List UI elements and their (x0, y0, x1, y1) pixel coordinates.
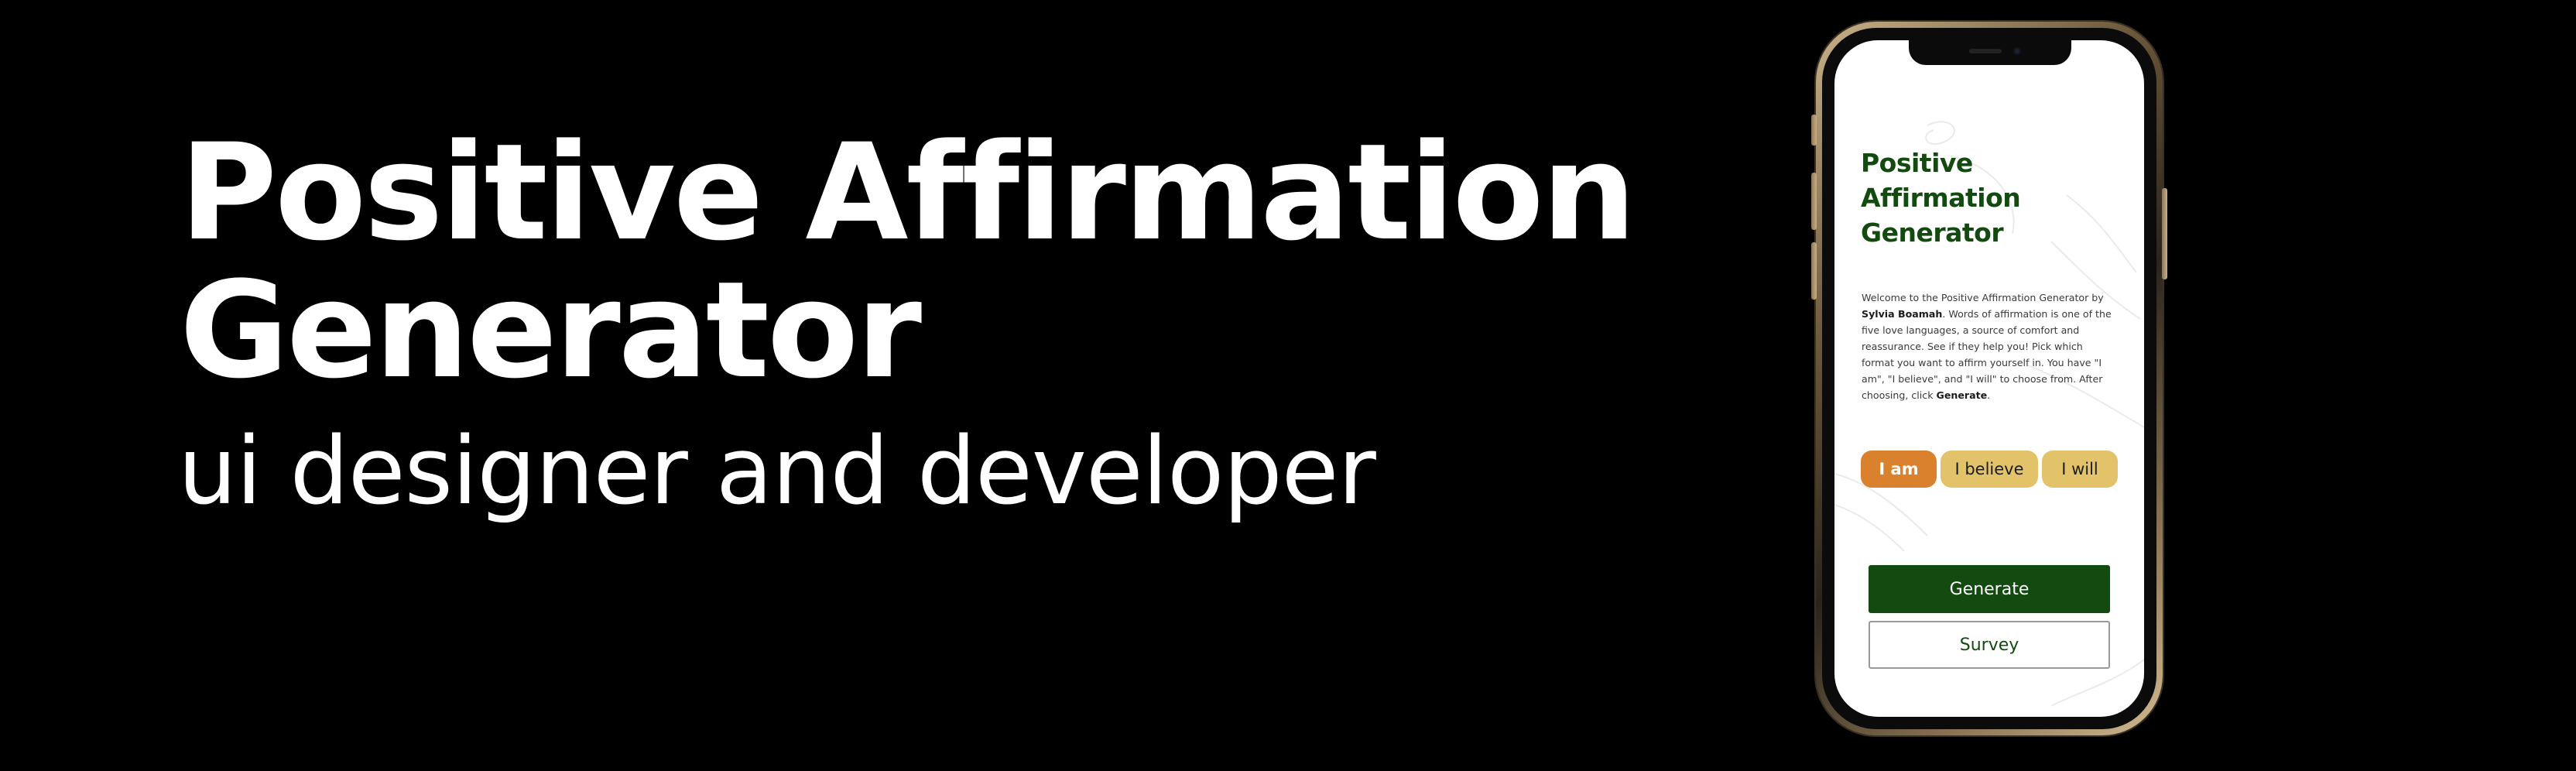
phone-speaker-grille (1969, 49, 2002, 53)
front-camera-icon (2013, 47, 2021, 55)
option-i-will-button[interactable]: I will (2042, 451, 2118, 488)
app-description: Welcome to the Positive Affirmation Gene… (1862, 290, 2115, 403)
hero-title: Positive Affirmation Generator (180, 124, 1728, 399)
option-i-am-button[interactable]: I am (1861, 451, 1937, 488)
app-description-intro: Welcome to the Positive Affirmation Gene… (1862, 292, 2104, 303)
hero-subtitle: ui designer and developer (178, 418, 1376, 526)
app-title-line-3: Generator (1861, 218, 2004, 248)
app-description-author: Sylvia Boamah (1862, 308, 1943, 320)
phone-volume-down-button (1811, 242, 1817, 300)
app-title-line-1: Positive (1861, 148, 1973, 178)
phone-mockup: Positive Affirmation Generator Welcome t… (1811, 22, 2167, 735)
phone-volume-up-button (1811, 173, 1817, 230)
app-title-line-2: Affirmation (1861, 183, 2021, 213)
app-description-body: . Words of affirmation is one of the fiv… (1862, 308, 2112, 401)
hero-title-line-2: Generator (180, 252, 922, 408)
phone-power-button (2162, 188, 2167, 279)
generate-button[interactable]: Generate (1869, 565, 2110, 613)
hero-title-line-1: Positive Affirmation (180, 115, 1636, 270)
survey-button[interactable]: Survey (1869, 621, 2110, 669)
phone-screen: Positive Affirmation Generator Welcome t… (1834, 40, 2144, 717)
app-title: Positive Affirmation Generator (1861, 146, 2021, 250)
app-description-end: . (1987, 389, 1991, 401)
option-i-believe-button[interactable]: I believe (1941, 451, 2038, 488)
phone-notch (1909, 40, 2071, 65)
phone-silent-switch (1811, 115, 1817, 146)
app-description-generate-keyword: Generate (1936, 389, 1988, 401)
